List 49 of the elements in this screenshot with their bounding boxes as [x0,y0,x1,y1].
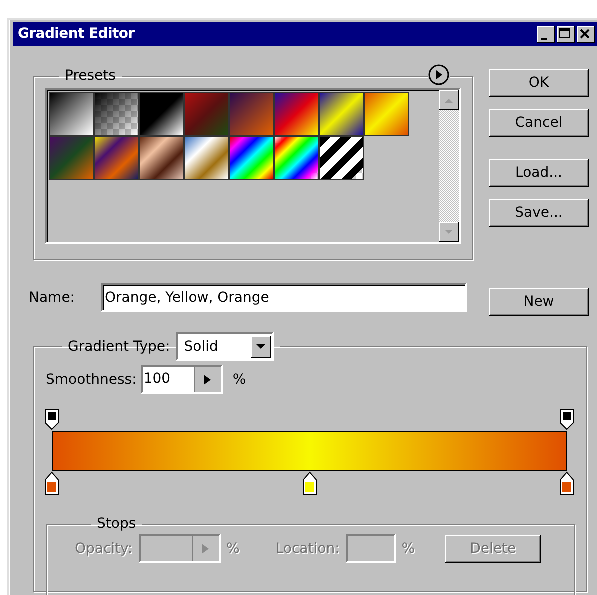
gradient-swatch[interactable] [319,136,364,180]
smoothness-label: Smoothness: [46,372,137,388]
window-title: Gradient Editor [18,26,135,42]
close-button[interactable] [577,26,595,42]
load-button[interactable]: Load... [489,159,589,187]
percent-label: % [402,540,416,556]
stops-label: Stops [96,516,138,532]
percent-label: % [226,540,240,556]
gradient-swatch[interactable] [274,136,319,180]
opacity-field[interactable] [138,534,221,563]
dropdown-arrow-icon[interactable] [256,344,266,350]
gradient-swatch[interactable] [49,136,94,180]
scroll-up-icon [445,98,453,102]
color-stop[interactable] [302,471,318,496]
gradient-swatch[interactable] [94,136,139,180]
new-button[interactable]: New [489,288,589,316]
scroll-down-icon [445,230,453,234]
opacity-stop[interactable] [559,408,575,431]
play-arrow-icon[interactable] [204,374,212,384]
opacity-label: Opacity: [75,540,133,556]
gradient-swatch[interactable] [139,136,184,180]
cancel-button[interactable]: Cancel [489,109,589,137]
gradient-swatch[interactable] [319,92,364,136]
gradient-swatch[interactable] [184,92,229,136]
color-stop[interactable] [559,471,575,496]
scrollbar[interactable] [439,90,459,242]
percent-label: % [232,372,246,388]
name-field[interactable]: Orange, Yellow, Orange [101,283,467,312]
gradient-swatch[interactable] [139,92,184,136]
gradient-type-dropdown[interactable]: Solid [176,332,274,361]
gradient-swatch[interactable] [229,136,274,180]
gradient-swatch[interactable] [229,92,274,136]
name-label: Name: [29,290,76,306]
gradient-swatch[interactable] [94,92,139,136]
gradient-swatch[interactable] [274,92,319,136]
gradient-swatch[interactable] [364,92,409,136]
gradient-swatch[interactable] [184,136,229,180]
gradient-swatch[interactable] [49,92,94,136]
presets-label: Presets [64,68,117,84]
color-stop[interactable] [44,471,60,496]
smoothness-field[interactable]: 100 [140,365,223,394]
location-label: Location: [276,540,340,556]
minimize-button[interactable] [537,26,555,42]
save-button[interactable]: Save... [489,199,589,227]
maximize-button[interactable] [557,26,575,42]
location-field[interactable] [346,534,396,563]
gradient-type-label: Gradient Type: [68,338,170,354]
opacity-stop[interactable] [44,408,60,431]
ok-button[interactable]: OK [489,69,589,97]
